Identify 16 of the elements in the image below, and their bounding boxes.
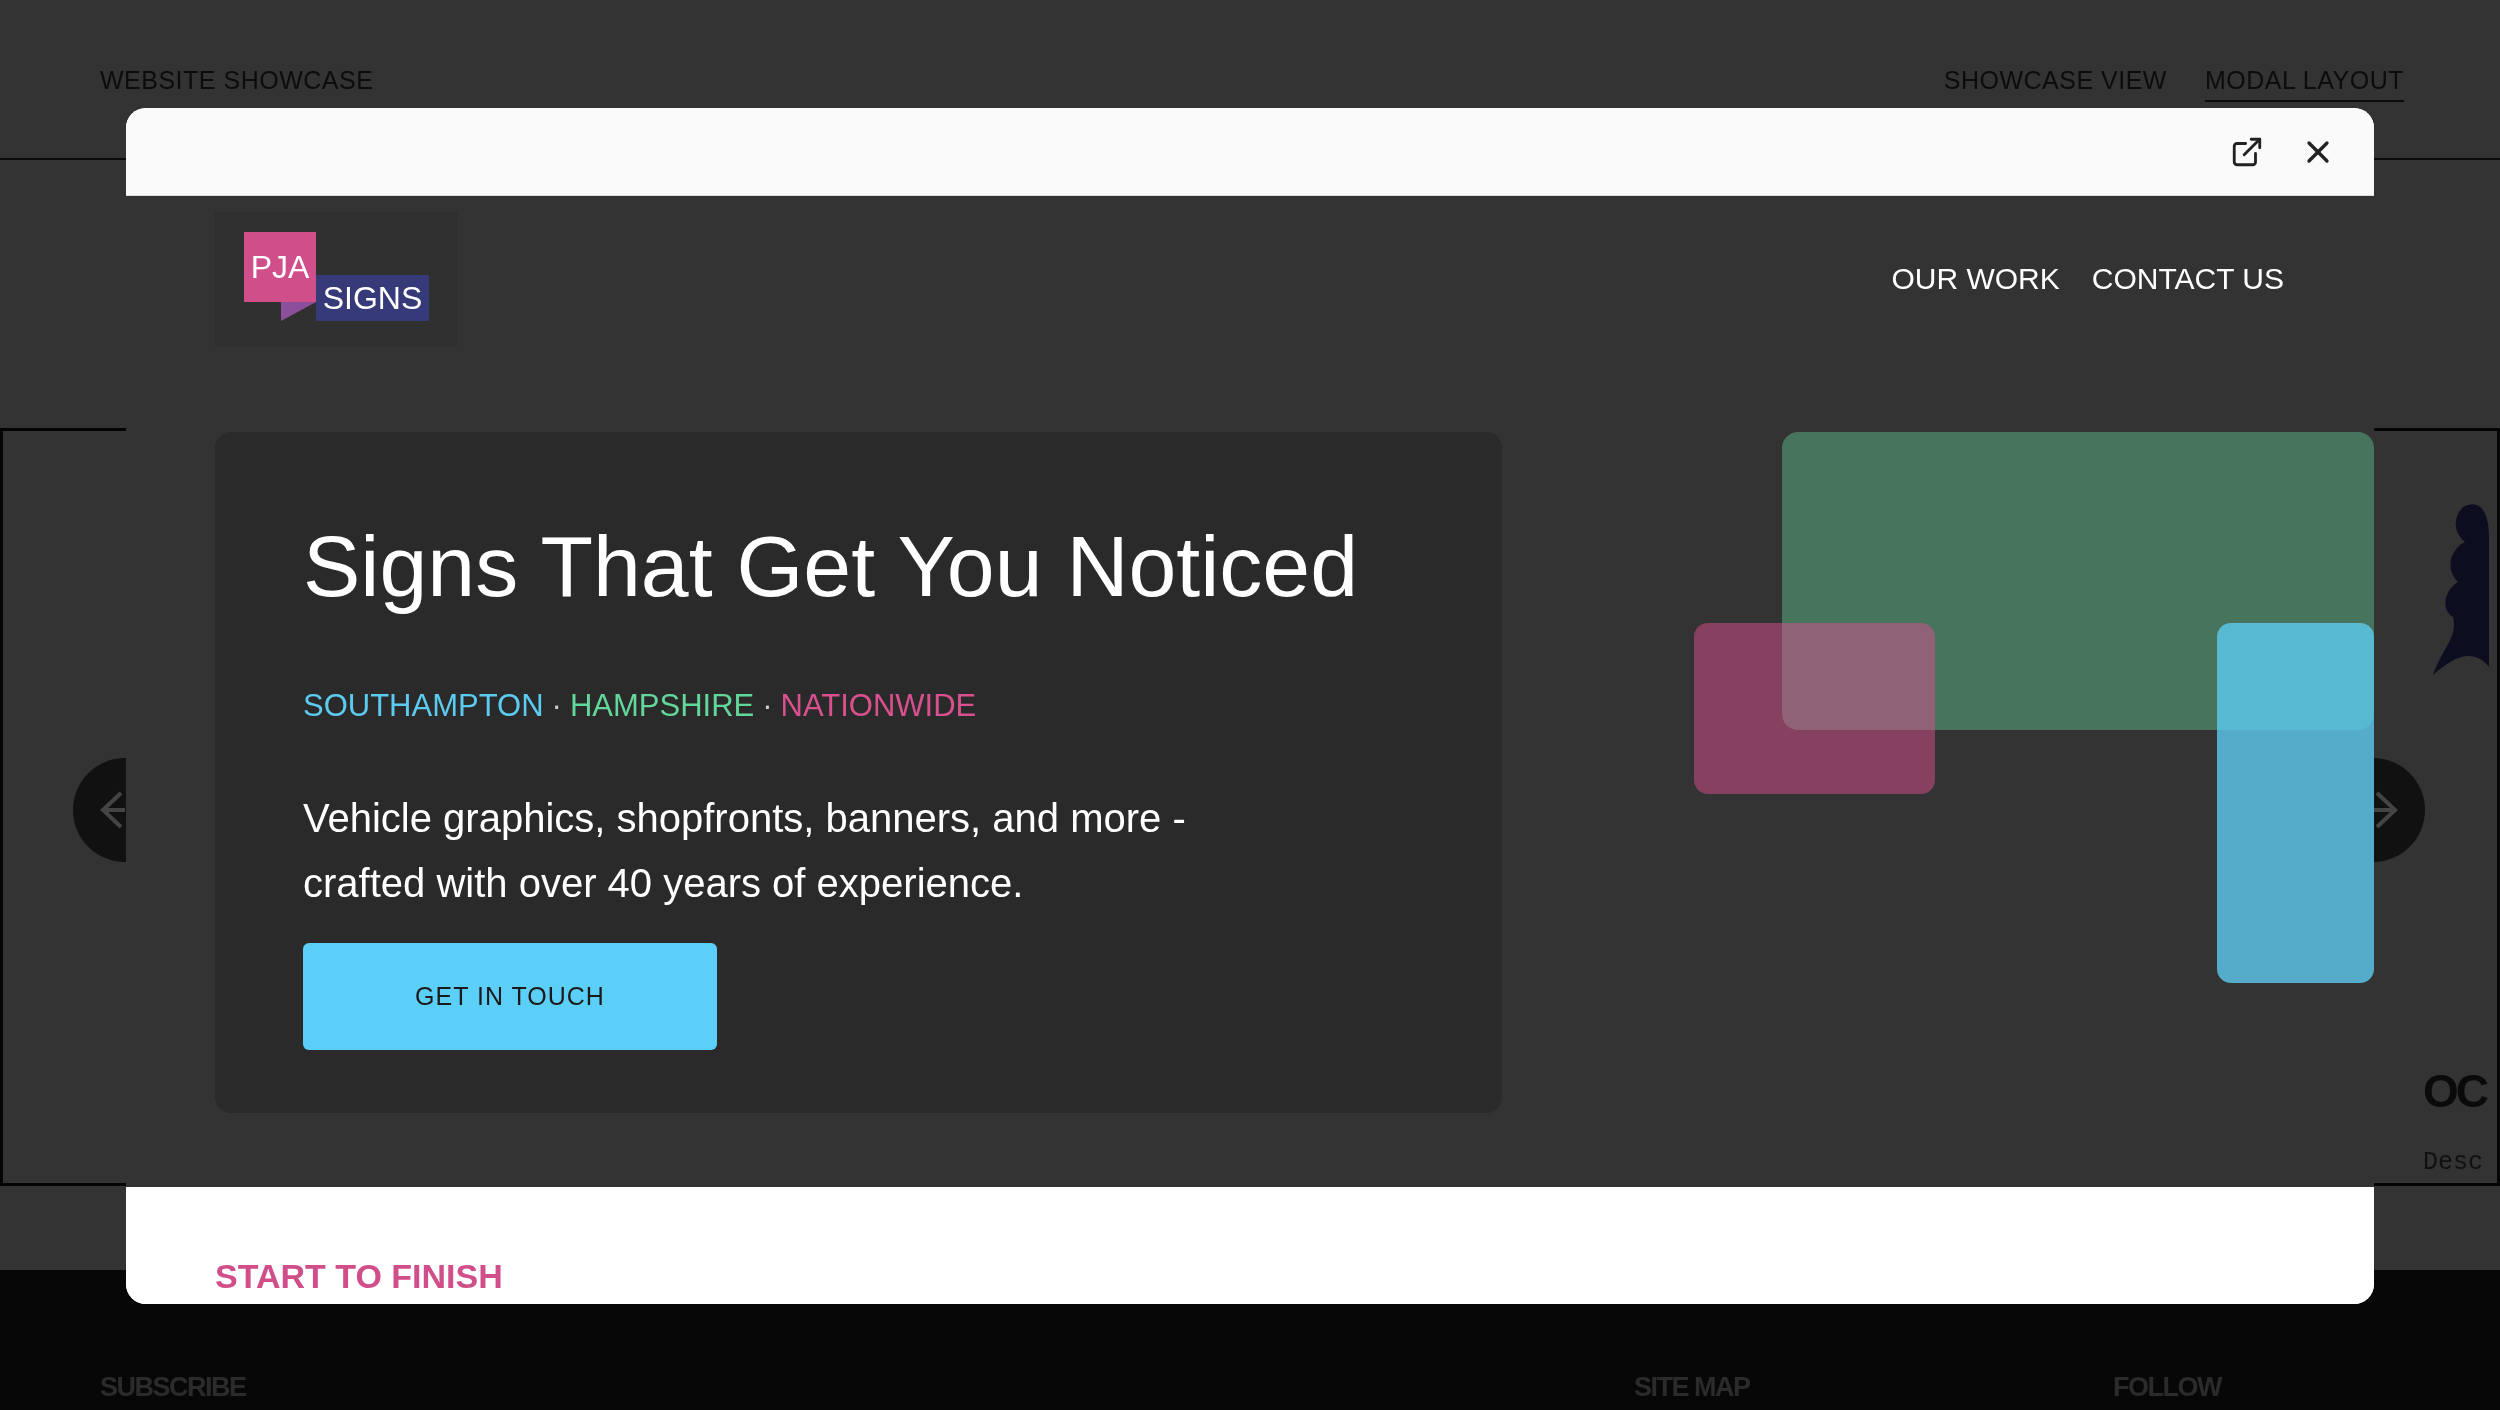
- section-heading: START TO FINISH: [215, 1257, 504, 1296]
- separator: ·: [551, 687, 562, 725]
- logo[interactable]: PJA SIGNS: [215, 212, 457, 346]
- logo-text: SIGNS: [316, 275, 429, 321]
- arrow-right-icon: [2373, 790, 2399, 830]
- arrow-left-icon: [99, 790, 125, 830]
- location-label: HAMPSHIRE: [569, 687, 755, 725]
- location-label: SOUTHAMPTON: [303, 687, 544, 725]
- separator: ·: [762, 687, 773, 725]
- nav-link[interactable]: OUR WORK: [1891, 262, 2060, 296]
- logo-text: PJA: [244, 232, 316, 302]
- logo-fold-icon: [281, 302, 316, 321]
- nav-link[interactable]: CONTACT US: [2091, 262, 2284, 296]
- hero-description: Vehicle graphics, shopfronts, banners, and more - crafted with over 40 years of experience.: [303, 795, 1187, 907]
- get-in-touch-button[interactable]: GET IN TOUCH: [303, 943, 717, 1050]
- location-label: NATIONWIDE: [780, 687, 977, 725]
